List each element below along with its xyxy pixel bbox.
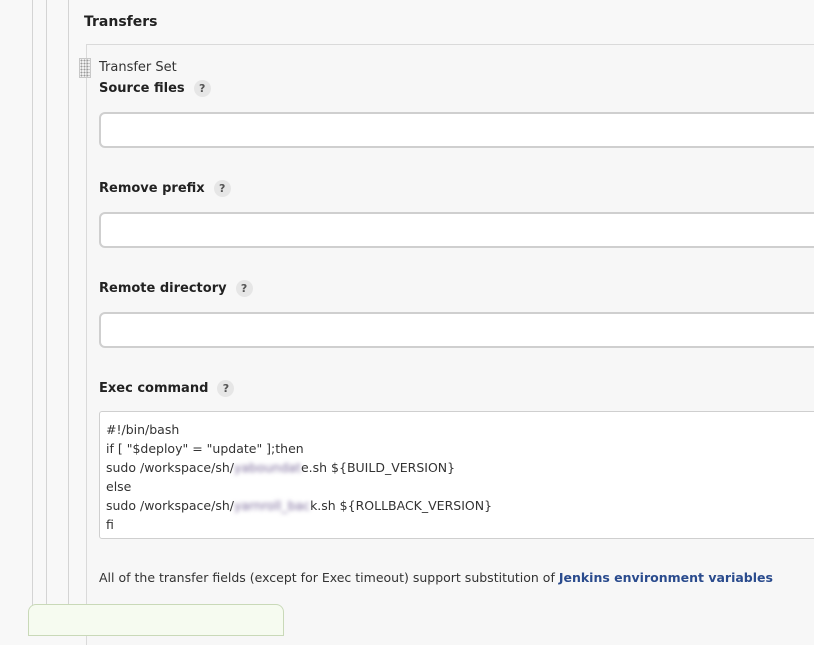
exec-command-label: Exec command ? [99,380,235,397]
exec-command-label-text: Exec command [99,381,209,396]
exec-line: if [ "$deploy" = "update" ];then [106,441,304,456]
exec-line: #!/bin/bash [106,422,180,437]
redacted-text: yaboundat [233,460,301,475]
remove-prefix-input[interactable] [99,212,814,248]
source-files-input[interactable] [99,112,814,148]
transfers-heading: Transfers [84,14,158,30]
help-icon[interactable]: ? [213,180,231,197]
jenkins-env-vars-link[interactable]: Jenkins environment variables [559,570,773,585]
exec-line-suffix: k.sh ${ROLLBACK_VERSION} [310,498,493,513]
exec-line: sudo /workspace/sh/yaboundate.sh ${BUILD… [106,458,814,477]
source-files-label: Source files ? [99,80,211,97]
help-icon[interactable]: ? [235,280,253,297]
section-guide-line [68,0,69,624]
exec-line-prefix: sudo /workspace/sh/ [106,460,234,475]
exec-line: else [106,479,132,494]
bottom-panel [28,604,284,636]
help-icon[interactable]: ? [217,380,235,397]
substitution-note: All of the transfer fields (except for E… [99,570,773,585]
exec-line: fi [106,517,114,532]
remote-directory-label: Remote directory ? [99,280,253,297]
transfer-set-label: Transfer Set [99,60,177,75]
inner-guide-line [46,0,47,624]
source-files-label-text: Source files [99,81,185,96]
exec-line-prefix: sudo /workspace/sh/ [106,498,234,513]
substitution-note-text: All of the transfer fields (except for E… [99,570,559,585]
exec-command-textarea[interactable]: #!/bin/bash if [ "$deploy" = "update" ];… [99,411,814,539]
exec-line: sudo /workspace/sh/yarnroll_back.sh ${RO… [106,496,814,515]
redacted-text: yarnroll_bac [233,498,311,513]
remote-directory-input[interactable] [99,312,814,348]
remove-prefix-label-text: Remove prefix [99,181,205,196]
remove-prefix-label: Remove prefix ? [99,180,231,197]
exec-line-suffix: e.sh ${BUILD_VERSION} [300,460,456,475]
remote-directory-label-text: Remote directory [99,281,227,296]
help-icon[interactable]: ? [193,80,211,97]
outer-guide-line [32,0,33,624]
drag-handle-icon[interactable] [79,58,91,78]
